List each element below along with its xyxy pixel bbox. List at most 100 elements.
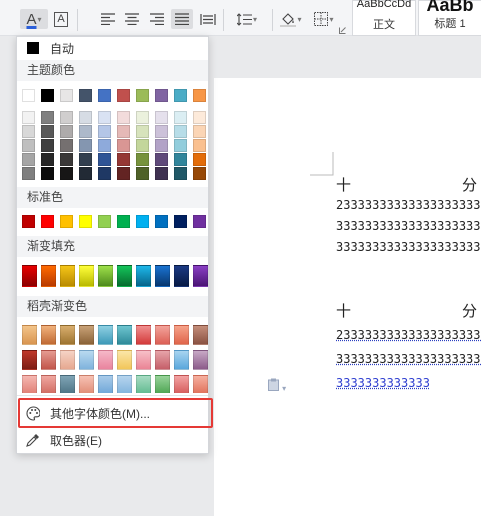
- daoke-gradient-swatch[interactable]: [155, 375, 170, 393]
- gradient-fill-swatch[interactable]: [155, 265, 170, 287]
- theme-tint-swatch[interactable]: [98, 153, 111, 166]
- theme-tint-swatch[interactable]: [22, 139, 35, 152]
- daoke-gradient-swatch[interactable]: [117, 375, 132, 393]
- daoke-gradient-swatch[interactable]: [79, 325, 94, 345]
- daoke-gradient-swatch[interactable]: [22, 375, 37, 393]
- theme-tint-swatch[interactable]: [155, 139, 168, 152]
- theme-tint-swatch[interactable]: [98, 167, 111, 180]
- daoke-gradient-swatch[interactable]: [41, 350, 56, 370]
- daoke-gradient-swatch[interactable]: [98, 350, 113, 370]
- theme-tint-swatch[interactable]: [193, 139, 206, 152]
- shading-button[interactable]: ▾: [276, 9, 306, 29]
- align-right-button[interactable]: [147, 9, 167, 29]
- theme-color-swatch[interactable]: [60, 89, 73, 102]
- gradient-fill-swatch[interactable]: [136, 265, 151, 287]
- distributed-align-button[interactable]: [197, 9, 219, 29]
- theme-color-swatch[interactable]: [174, 89, 187, 102]
- theme-tint-swatch[interactable]: [60, 167, 73, 180]
- theme-tint-swatch[interactable]: [136, 139, 149, 152]
- standard-color-swatch[interactable]: [174, 215, 187, 228]
- standard-color-swatch[interactable]: [136, 215, 149, 228]
- theme-tint-swatch[interactable]: [155, 111, 168, 124]
- gradient-fill-swatch[interactable]: [193, 265, 208, 287]
- gradient-fill-swatch[interactable]: [60, 265, 75, 287]
- theme-tint-swatch[interactable]: [60, 111, 73, 124]
- daoke-gradient-swatch[interactable]: [174, 350, 189, 370]
- theme-color-swatch[interactable]: [155, 89, 168, 102]
- theme-tint-swatch[interactable]: [22, 125, 35, 138]
- theme-tint-swatch[interactable]: [79, 111, 92, 124]
- theme-tint-swatch[interactable]: [41, 153, 54, 166]
- standard-color-swatch[interactable]: [41, 215, 54, 228]
- character-border-button[interactable]: A: [52, 9, 70, 29]
- borders-button[interactable]: ▾: [310, 9, 338, 29]
- theme-tint-swatch[interactable]: [22, 111, 35, 124]
- daoke-gradient-swatch[interactable]: [193, 375, 208, 393]
- standard-color-swatch[interactable]: [117, 215, 130, 228]
- daoke-gradient-swatch[interactable]: [174, 325, 189, 345]
- daoke-gradient-swatch[interactable]: [136, 375, 151, 393]
- theme-tint-swatch[interactable]: [41, 167, 54, 180]
- theme-tint-swatch[interactable]: [117, 111, 130, 124]
- gradient-fill-swatch[interactable]: [117, 265, 132, 287]
- theme-tint-swatch[interactable]: [136, 125, 149, 138]
- theme-tint-swatch[interactable]: [22, 167, 35, 180]
- theme-tint-swatch[interactable]: [117, 167, 130, 180]
- theme-tint-swatch[interactable]: [155, 153, 168, 166]
- daoke-gradient-swatch[interactable]: [41, 325, 56, 345]
- theme-tint-swatch[interactable]: [174, 167, 187, 180]
- gradient-fill-swatch[interactable]: [41, 265, 56, 287]
- theme-color-swatch[interactable]: [193, 89, 206, 102]
- document-page[interactable]: 十 分 233333333333333333333 33333333333333…: [214, 78, 481, 516]
- daoke-gradient-swatch[interactable]: [60, 375, 75, 393]
- theme-tint-swatch[interactable]: [79, 139, 92, 152]
- daoke-gradient-swatch[interactable]: [136, 350, 151, 370]
- theme-tint-swatch[interactable]: [60, 153, 73, 166]
- theme-tint-swatch[interactable]: [79, 167, 92, 180]
- daoke-gradient-swatch[interactable]: [79, 375, 94, 393]
- standard-color-swatch[interactable]: [60, 215, 73, 228]
- theme-tint-swatch[interactable]: [79, 153, 92, 166]
- theme-tint-swatch[interactable]: [60, 139, 73, 152]
- theme-color-swatch[interactable]: [79, 89, 92, 102]
- theme-tint-swatch[interactable]: [193, 125, 206, 138]
- daoke-gradient-swatch[interactable]: [174, 375, 189, 393]
- font-color-button[interactable]: A ▾: [20, 9, 48, 29]
- daoke-gradient-swatch[interactable]: [117, 350, 132, 370]
- align-center-button[interactable]: [122, 9, 142, 29]
- theme-tint-swatch[interactable]: [174, 111, 187, 124]
- daoke-gradient-swatch[interactable]: [117, 325, 132, 345]
- daoke-gradient-swatch[interactable]: [98, 325, 113, 345]
- theme-tint-swatch[interactable]: [193, 153, 206, 166]
- standard-color-swatch[interactable]: [193, 215, 206, 228]
- standard-color-swatch[interactable]: [22, 215, 35, 228]
- gradient-fill-swatch[interactable]: [174, 265, 189, 287]
- theme-tint-swatch[interactable]: [22, 153, 35, 166]
- daoke-gradient-swatch[interactable]: [60, 350, 75, 370]
- daoke-gradient-swatch[interactable]: [22, 325, 37, 345]
- theme-tint-swatch[interactable]: [174, 125, 187, 138]
- theme-tint-swatch[interactable]: [193, 111, 206, 124]
- color-picker-item[interactable]: 取色器(E): [17, 428, 208, 452]
- theme-tint-swatch[interactable]: [136, 111, 149, 124]
- align-left-button[interactable]: [98, 9, 118, 29]
- theme-tint-swatch[interactable]: [98, 125, 111, 138]
- paste-options-button[interactable]: ▾: [268, 378, 286, 394]
- theme-tint-swatch[interactable]: [193, 167, 206, 180]
- theme-tint-swatch[interactable]: [41, 125, 54, 138]
- theme-tint-swatch[interactable]: [174, 153, 187, 166]
- daoke-gradient-swatch[interactable]: [193, 350, 208, 370]
- daoke-gradient-swatch[interactable]: [79, 350, 94, 370]
- daoke-gradient-swatch[interactable]: [22, 350, 37, 370]
- theme-tint-swatch[interactable]: [117, 153, 130, 166]
- standard-color-swatch[interactable]: [79, 215, 92, 228]
- daoke-gradient-swatch[interactable]: [155, 350, 170, 370]
- line-spacing-button[interactable]: ▾: [232, 9, 262, 29]
- theme-color-swatch[interactable]: [136, 89, 149, 102]
- paragraph-settings-launcher[interactable]: [338, 26, 346, 34]
- standard-color-swatch[interactable]: [155, 215, 168, 228]
- theme-tint-swatch[interactable]: [41, 111, 54, 124]
- theme-color-swatch[interactable]: [98, 89, 111, 102]
- standard-color-swatch[interactable]: [98, 215, 111, 228]
- theme-color-swatch[interactable]: [22, 89, 35, 102]
